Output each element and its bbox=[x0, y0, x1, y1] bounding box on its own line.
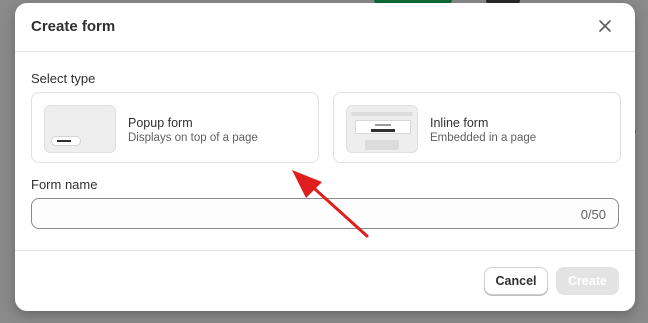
inline-form-title: Inline form bbox=[430, 116, 489, 130]
popup-form-card[interactable]: Popup form Displays on top of a page bbox=[31, 92, 319, 163]
inline-form-card[interactable]: Inline form Embedded in a page bbox=[333, 92, 621, 163]
popup-form-thumbnail bbox=[44, 105, 116, 153]
popup-form-description: Displays on top of a page bbox=[128, 132, 258, 144]
modal-header: Create form bbox=[15, 3, 635, 52]
inline-form-description: Embedded in a page bbox=[430, 132, 537, 144]
form-name-label: Form name bbox=[31, 177, 98, 192]
modal-title: Create form bbox=[31, 18, 116, 35]
create-button[interactable]: Create bbox=[556, 267, 619, 295]
select-type-label: Select type bbox=[31, 71, 96, 86]
inline-form-thumbnail bbox=[346, 105, 418, 153]
footer-divider bbox=[15, 250, 635, 251]
popup-form-title: Popup form bbox=[128, 116, 193, 130]
form-name-input[interactable]: 0/50 bbox=[31, 198, 619, 229]
cancel-button[interactable]: Cancel bbox=[484, 267, 548, 295]
close-icon[interactable] bbox=[595, 16, 615, 36]
create-form-modal: Create form Select type Popup form Displ… bbox=[15, 3, 635, 311]
character-counter: 0/50 bbox=[580, 207, 606, 222]
